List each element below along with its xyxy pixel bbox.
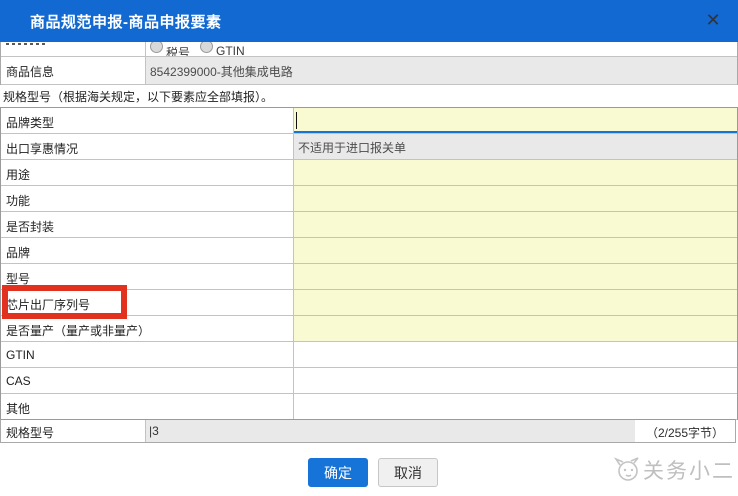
element-row: 品牌类型	[1, 108, 737, 134]
element-row: 型号	[1, 264, 737, 290]
mascot-logo-icon	[607, 456, 643, 484]
element-row: 出口享惠情况不适用于进口报关单	[1, 134, 737, 160]
element-value-cell[interactable]	[294, 342, 737, 367]
element-input[interactable]	[294, 290, 737, 315]
element-row: 芯片出厂序列号	[1, 290, 737, 316]
clipped-label-fragment	[6, 43, 48, 45]
element-row: GTIN	[1, 342, 737, 368]
element-input[interactable]	[294, 108, 737, 133]
element-label: 其他	[1, 394, 294, 419]
element-row: 功能	[1, 186, 737, 212]
radio-circle-icon	[200, 42, 213, 53]
element-row: 品牌	[1, 238, 737, 264]
section-note: 规格型号（根据海关规定，以下要素应全部填报）。	[0, 83, 738, 107]
element-row: 其他	[1, 394, 737, 420]
element-input[interactable]	[294, 238, 737, 263]
element-input[interactable]	[294, 186, 737, 211]
spec-model-row: 规格型号 |3 （2/255字节）	[0, 419, 736, 443]
dialog-titlebar: 商品规范申报-商品申报要素 ✕	[0, 0, 738, 42]
close-icon[interactable]: ✕	[702, 9, 724, 31]
element-value-cell[interactable]	[294, 368, 737, 393]
lookup-type-options: 税号 GTIN	[146, 42, 737, 56]
element-label: 出口享惠情况	[1, 134, 294, 159]
element-label: 是否封装	[1, 212, 294, 237]
byte-counter: （2/255字节）	[635, 420, 735, 442]
cancel-button[interactable]: 取消	[378, 458, 438, 487]
text-caret	[296, 112, 297, 129]
spec-model-label: 规格型号	[1, 420, 146, 442]
element-input: 不适用于进口报关单	[294, 134, 737, 159]
dialog-footer: 确定 取消 关务小二	[0, 443, 738, 496]
product-info-value: 8542399000-其他集成电路	[146, 57, 737, 84]
element-input[interactable]	[294, 264, 737, 289]
product-info-row: 商品信息 8542399000-其他集成电路	[1, 57, 737, 85]
radio-option-label: 税号	[166, 44, 190, 57]
dialog-title: 商品规范申报-商品申报要素	[30, 11, 222, 32]
top-info-table: 税号 GTIN 商品信息 8542399000-其他集成电路	[0, 42, 738, 85]
element-label: 功能	[1, 186, 294, 211]
element-row: 是否量产（量产或非量产）	[1, 316, 737, 342]
element-input[interactable]	[294, 212, 737, 237]
element-input[interactable]	[294, 316, 737, 341]
radio-circle-icon	[150, 42, 163, 53]
element-row: 是否封装	[1, 212, 737, 238]
radio-option-shuihao[interactable]: 税号	[150, 44, 190, 57]
element-label: CAS	[1, 368, 294, 393]
element-value-cell[interactable]	[294, 394, 737, 419]
spec-model-field[interactable]: |3	[146, 420, 635, 442]
lookup-type-label	[1, 42, 146, 56]
watermark-text: 关务小二	[643, 455, 735, 485]
element-row: 用途	[1, 160, 737, 186]
element-row: CAS	[1, 368, 737, 394]
radio-option-gtin[interactable]: GTIN	[200, 44, 245, 57]
element-label: 品牌	[1, 238, 294, 263]
element-input[interactable]	[294, 160, 737, 185]
radio-option-label: GTIN	[216, 44, 245, 57]
lookup-type-row: 税号 GTIN	[1, 42, 737, 57]
element-label: 芯片出厂序列号	[1, 290, 294, 315]
element-label: 用途	[1, 160, 294, 185]
element-label: 品牌类型	[1, 108, 294, 133]
elements-table: 品牌类型出口享惠情况不适用于进口报关单用途功能是否封装品牌型号芯片出厂序列号是否…	[0, 107, 738, 420]
confirm-button[interactable]: 确定	[308, 458, 368, 487]
element-label: GTIN	[1, 342, 294, 367]
watermark: 关务小二	[607, 455, 735, 485]
declaration-dialog: 商品规范申报-商品申报要素 ✕ 税号 GTIN 商品信息 8542399000-其…	[0, 0, 738, 496]
product-info-label: 商品信息	[1, 57, 146, 84]
element-label: 型号	[1, 264, 294, 289]
element-label: 是否量产（量产或非量产）	[1, 316, 294, 341]
